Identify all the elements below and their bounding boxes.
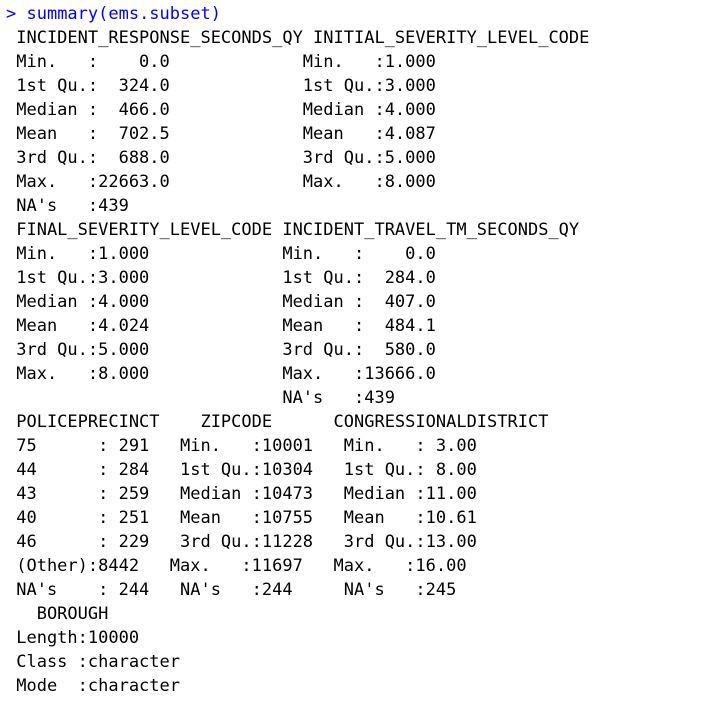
prompt-symbol: >	[6, 4, 27, 24]
summary-row: Mode :character	[6, 676, 201, 696]
summary-row: Max. :22663.0 Max. :8.000	[6, 172, 580, 192]
r-console[interactable]: > summary(ems.subset) INCIDENT_RESPONSE_…	[6, 2, 704, 698]
summary-row: NA's : 244 NA's :244 NA's :245	[6, 580, 559, 600]
summary-row: (Other):8442 Max. :11697 Max. :16.00	[6, 556, 549, 576]
summary-row: Min. :1.000 Min. : 0.0	[6, 244, 580, 264]
summary-header-row-3: POLICEPRECINCT ZIPCODE CONGRESSIONALDIST…	[6, 412, 549, 432]
command-line: > summary(ems.subset)	[6, 2, 704, 26]
summary-row: Mean :4.024 Mean : 484.1	[6, 316, 580, 336]
summary-row: 1st Qu.: 324.0 1st Qu.:3.000	[6, 76, 580, 96]
summary-row: 44 : 284 1st Qu.:10304 1st Qu.: 8.00	[6, 460, 559, 480]
summary-row: 3rd Qu.:5.000 3rd Qu.: 580.0	[6, 340, 580, 360]
summary-header-row-4: BOROUGH	[6, 604, 201, 624]
summary-row: NA's :439	[6, 388, 580, 408]
summary-row: 3rd Qu.: 688.0 3rd Qu.:5.000	[6, 148, 580, 168]
summary-row: Mean : 702.5 Mean :4.087	[6, 124, 580, 144]
summary-row: Median : 466.0 Median :4.000	[6, 100, 580, 120]
summary-row: Class :character	[6, 652, 201, 672]
summary-row: 40 : 251 Mean :10755 Mean :10.61	[6, 508, 559, 528]
summary-row: NA's :439	[6, 196, 580, 216]
summary-header-row-2: FINAL_SEVERITY_LEVEL_CODE INCIDENT_TRAVE…	[6, 220, 580, 240]
summary-row: Median :4.000 Median : 407.0	[6, 292, 580, 312]
summary-row: 43 : 259 Median :10473 Median :11.00	[6, 484, 559, 504]
command-text: summary(ems.subset)	[26, 4, 221, 24]
summary-row: 46 : 229 3rd Qu.:11228 3rd Qu.:13.00	[6, 532, 559, 552]
summary-row: Min. : 0.0 Min. :1.000	[6, 52, 580, 72]
summary-header-row-1: INCIDENT_RESPONSE_SECONDS_QY INITIAL_SEV…	[6, 28, 590, 48]
summary-row: 75 : 291 Min. :10001 Min. : 3.00	[6, 436, 559, 456]
summary-row: Length:10000	[6, 628, 201, 648]
summary-row: 1st Qu.:3.000 1st Qu.: 284.0	[6, 268, 580, 288]
summary-row: Max. :8.000 Max. :13666.0	[6, 364, 580, 384]
